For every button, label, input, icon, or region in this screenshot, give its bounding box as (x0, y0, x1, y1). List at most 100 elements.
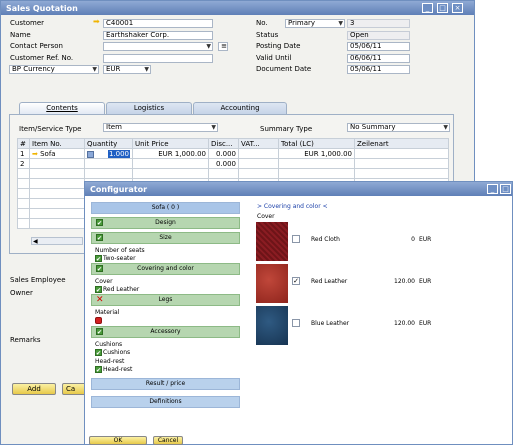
document-date-label: Document Date (256, 65, 312, 73)
close-button[interactable]: × (452, 3, 463, 13)
posting-date-field[interactable]: 05/06/11 (347, 42, 410, 51)
ok-button[interactable]: OK (89, 436, 147, 445)
legs-section[interactable]: ✕ Legs (91, 294, 240, 306)
column-header[interactable]: Item No. (29, 138, 85, 149)
accessory-section[interactable]: ✔ Accessory (91, 326, 240, 338)
unit-price-cell[interactable] (132, 158, 209, 169)
window-title: Sales Quotation (6, 4, 78, 13)
customer-ref-field[interactable] (103, 54, 213, 63)
document-number-field: 3 (347, 19, 410, 28)
horizontal-scrollbar[interactable]: ◀ (31, 237, 83, 245)
item-number-cell[interactable]: ➡ Sofa (29, 148, 85, 159)
customer-field[interactable]: C40001 (103, 19, 213, 28)
red-cloth-swatch[interactable] (256, 222, 288, 261)
check-icon: ✔ (95, 286, 102, 294)
discount-cell[interactable]: 0.000 (208, 148, 239, 159)
size-section[interactable]: ✔ Size (91, 232, 240, 244)
red-leather-swatch[interactable] (256, 264, 288, 303)
design-section[interactable]: ✔ Design (91, 217, 240, 229)
minimize-button[interactable]: _ (487, 184, 498, 194)
tab-contents[interactable]: Contents (19, 102, 105, 114)
cover-value[interactable]: Red Leather (103, 286, 139, 293)
quantity-cell[interactable]: 1.000 (84, 148, 133, 159)
configurator-cancel-button[interactable]: Cancel (153, 436, 183, 445)
link-arrow-icon[interactable]: ➡ (32, 150, 38, 158)
option-checkbox[interactable] (292, 319, 300, 327)
stop-icon (95, 317, 102, 324)
bp-currency-select[interactable]: BP Currency ▼ (9, 65, 99, 74)
calculator-icon[interactable] (87, 150, 94, 158)
discount-cell[interactable]: 0.000 (208, 158, 239, 169)
cushions-value[interactable]: Cushions (103, 349, 130, 356)
dropdown-arrow-icon[interactable]: ▼ (206, 43, 211, 50)
valid-until-label: Valid Until (256, 54, 292, 62)
check-icon: ✔ (95, 255, 102, 263)
contact-lookup-button[interactable]: ≡ (218, 42, 228, 51)
item-number-cell[interactable] (29, 158, 85, 169)
product-header[interactable]: Sofa ( 0 ) (91, 202, 240, 214)
document-date-field[interactable]: 05/06/11 (347, 65, 410, 74)
series-select[interactable]: Primary ▼ (285, 19, 345, 28)
configurator-titlebar: Configurator (85, 182, 512, 196)
tab-accounting[interactable]: Accounting (193, 102, 287, 114)
seats-value[interactable]: Two-seater (103, 255, 136, 262)
dropdown-arrow-icon[interactable]: ▼ (211, 124, 216, 131)
status-field: Open (347, 31, 410, 40)
check-icon: ✔ (96, 328, 103, 336)
quantity-cell[interactable] (84, 158, 133, 169)
column-header[interactable]: Unit Price (132, 138, 209, 149)
summary-type-label: Summary Type (260, 125, 313, 133)
column-header[interactable]: VAT... (238, 138, 279, 149)
name-field[interactable]: Earthshaker Corp. (103, 31, 213, 40)
dropdown-arrow-icon[interactable]: ▼ (443, 124, 448, 131)
scroll-left-icon[interactable]: ◀ (33, 238, 38, 245)
column-header[interactable]: Quantity (84, 138, 133, 149)
tab-logistics[interactable]: Logistics (106, 102, 192, 114)
valid-until-field[interactable]: 06/06/11 (347, 54, 410, 63)
column-header[interactable]: Disc... (208, 138, 239, 149)
maximize-button[interactable]: □ (437, 3, 448, 13)
total-cell[interactable]: EUR 1,000.00 (278, 148, 355, 159)
dropdown-arrow-icon[interactable]: ▼ (338, 20, 343, 27)
contact-person-label: Contact Person (10, 42, 63, 50)
table-row[interactable]: 2 0.000 (17, 158, 449, 169)
unit-price-cell[interactable]: EUR 1,000.00 (132, 148, 209, 159)
definitions-button[interactable]: Definitions (91, 396, 240, 408)
option-checkbox[interactable]: ✓ (292, 277, 300, 285)
summary-type-select[interactable]: No Summary ▼ (347, 123, 450, 132)
column-header[interactable]: Zeilenart (354, 138, 449, 149)
option-currency: EUR (419, 236, 432, 243)
blue-leather-swatch[interactable] (256, 306, 288, 345)
option-name: Blue Leather (311, 320, 350, 327)
line-type-cell[interactable] (354, 148, 449, 159)
add-button[interactable]: Add (12, 383, 56, 395)
dropdown-arrow-icon[interactable]: ▼ (144, 66, 149, 73)
result-price-button[interactable]: Result / price (91, 378, 240, 390)
contact-person-field[interactable]: ▼ (103, 42, 213, 51)
table-row[interactable] (17, 168, 449, 179)
configurator-title: Configurator (90, 185, 148, 194)
option-name: Red Leather (311, 278, 348, 285)
option-checkbox[interactable] (292, 235, 300, 243)
covering-section[interactable]: ✔ Covering and color (91, 263, 240, 275)
total-cell[interactable] (278, 158, 355, 169)
option-price: 120.00 (394, 278, 415, 285)
configurator-breadcrumb: > Covering and color < (257, 203, 328, 210)
vat-cell[interactable] (238, 158, 279, 169)
cancel-button[interactable]: Ca (62, 383, 86, 395)
dropdown-arrow-icon[interactable]: ▼ (92, 66, 97, 73)
maximize-button[interactable]: □ (500, 184, 511, 194)
link-arrow-icon[interactable]: ➡ (93, 17, 100, 26)
minimize-button[interactable]: _ (422, 3, 433, 13)
options-title: Cover (257, 213, 275, 220)
cover-label: Cover (95, 278, 113, 285)
vat-cell[interactable] (238, 148, 279, 159)
table-row[interactable]: 1 ➡ Sofa 1.000 EUR 1,000.00 0.000 EUR 1,… (17, 148, 449, 159)
headrest-label: Head-rest (95, 358, 125, 365)
currency-field[interactable]: EUR ▼ (103, 65, 151, 74)
column-header[interactable]: # (17, 138, 30, 149)
line-type-cell[interactable] (354, 158, 449, 169)
headrest-value[interactable]: Head-rest (103, 366, 132, 373)
column-header[interactable]: Total (LC) (278, 138, 355, 149)
item-type-select[interactable]: Item ▼ (103, 123, 218, 132)
